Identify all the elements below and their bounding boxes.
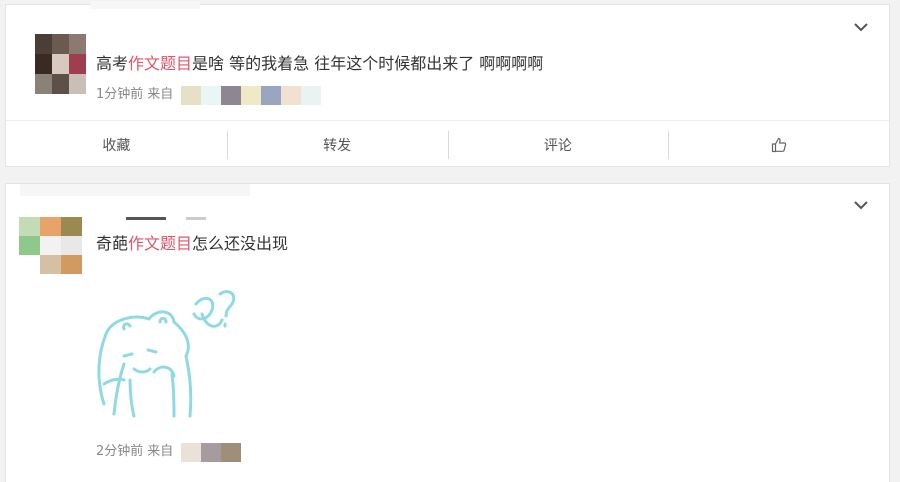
comment-button[interactable]: 评论 bbox=[447, 121, 669, 169]
avatar-tile bbox=[35, 54, 52, 74]
avatar-tile bbox=[52, 54, 69, 74]
favorite-button[interactable]: 收藏 bbox=[6, 121, 227, 169]
hashtag-link[interactable]: 作文题目 bbox=[128, 234, 192, 253]
favorite-label: 收藏 bbox=[102, 138, 131, 154]
avatar-tile bbox=[19, 255, 40, 274]
source-blur-tile bbox=[201, 85, 222, 105]
avatar[interactable] bbox=[35, 34, 86, 94]
post-text-part: 是啥 等的我着急 往年这个时候都出来了 啊啊啊啊 bbox=[192, 54, 544, 73]
repost-button[interactable]: 转发 bbox=[226, 121, 448, 169]
source-blur bbox=[181, 85, 322, 105]
avatar-tile bbox=[61, 236, 82, 255]
avatar-tile bbox=[19, 217, 40, 236]
post-text-part: 奇葩 bbox=[96, 234, 129, 253]
avatar-tile bbox=[35, 34, 52, 54]
post-text-part: 高考 bbox=[96, 54, 129, 73]
avatar-tile bbox=[35, 74, 52, 94]
source-blur-tile bbox=[301, 85, 322, 105]
avatar-tile bbox=[69, 74, 86, 94]
source-blur-tile bbox=[181, 442, 202, 462]
source-blur-tile bbox=[261, 85, 282, 105]
avatar-tile bbox=[61, 255, 82, 274]
avatar-tile bbox=[52, 34, 69, 54]
source-label: 来自 bbox=[147, 444, 174, 459]
hashtag-link[interactable]: 作文题目 bbox=[128, 54, 192, 73]
avatar-tile bbox=[52, 74, 69, 94]
chevron-down-icon[interactable] bbox=[853, 19, 869, 35]
comment-label: 评论 bbox=[543, 138, 572, 154]
doodle-image[interactable] bbox=[94, 284, 244, 424]
source-blur-tile bbox=[221, 442, 242, 462]
source-blur-tile bbox=[281, 85, 302, 105]
chevron-down-icon[interactable] bbox=[853, 197, 869, 213]
post-text: 高考作文题目是啥 等的我着急 往年这个时候都出来了 啊啊啊啊 bbox=[96, 53, 543, 75]
weibo-post-2: 奇葩作文题目怎么还没出现 2分钟前 来自 bbox=[5, 183, 890, 482]
source-blur-tile bbox=[241, 85, 262, 105]
weibo-post-1: 高考作文题目是啥 等的我着急 往年这个时候都出来了 啊啊啊啊 1分钟前 来自 收… bbox=[5, 1, 890, 169]
avatar-tile bbox=[40, 236, 61, 255]
username-blur bbox=[20, 184, 250, 196]
source-blur-tile bbox=[181, 85, 202, 105]
avatar-tile bbox=[69, 54, 86, 74]
avatar[interactable] bbox=[19, 217, 82, 274]
post-text-part: 怎么还没出现 bbox=[192, 234, 289, 253]
action-bar: 收藏 转发 评论 bbox=[6, 120, 889, 169]
post-text: 奇葩作文题目怎么还没出现 bbox=[96, 233, 288, 255]
timestamp[interactable]: 2分钟前 bbox=[96, 442, 143, 462]
source-blur bbox=[181, 442, 242, 462]
thumbs-up-icon bbox=[771, 137, 786, 153]
post-meta: 2分钟前 来自 bbox=[96, 442, 242, 462]
username-line bbox=[126, 217, 216, 220]
timestamp[interactable]: 1分钟前 bbox=[96, 85, 143, 105]
source-blur-tile bbox=[201, 442, 222, 462]
avatar-tile bbox=[40, 217, 61, 236]
source-blur-tile bbox=[221, 85, 242, 105]
avatar-tile bbox=[69, 34, 86, 54]
post-meta: 1分钟前 来自 bbox=[96, 85, 322, 105]
avatar-tile bbox=[40, 255, 61, 274]
source-label: 来自 bbox=[147, 87, 174, 102]
avatar-tile bbox=[61, 217, 82, 236]
like-button[interactable] bbox=[668, 121, 889, 169]
avatar-tile bbox=[19, 236, 40, 255]
repost-label: 转发 bbox=[323, 138, 352, 154]
username-blur bbox=[90, 1, 200, 9]
